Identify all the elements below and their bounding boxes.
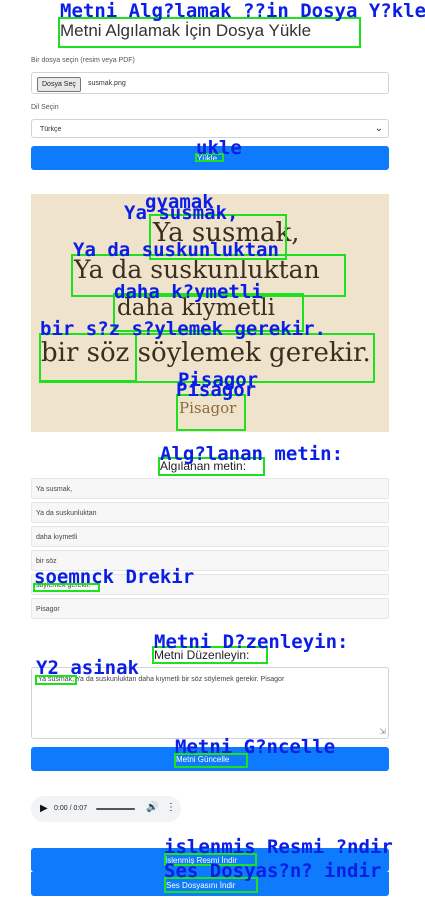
ocr-overlay-download-audio: Ses Dosyas?n? indir xyxy=(164,860,382,882)
choose-file-button[interactable]: Dosya Seç xyxy=(37,77,81,92)
ocr-overlay-img-2: Ya da suskunluktan xyxy=(73,239,279,261)
detected-line-1: Ya susmak, xyxy=(31,478,389,499)
detected-line-6: Pisagor xyxy=(31,598,389,619)
audio-time: 0:00 / 0:07 xyxy=(54,805,88,812)
language-selected: Türkçe xyxy=(40,126,62,133)
ocr-overlay-edit: Y2 asinak xyxy=(36,657,139,679)
ocr-overlay-detected-line-5: soemnck Drekir xyxy=(34,566,195,588)
language-select[interactable]: Türkçe ⌄ xyxy=(31,119,389,138)
ocr-overlay-img-3: daha k?ymetli xyxy=(114,281,263,303)
ocr-overlay-img-1: Ya susmak, xyxy=(124,202,239,224)
ocr-overlay-upload: ukle xyxy=(196,137,242,159)
ocr-overlay-img-4: bir s?z s?ylemek gerekir. xyxy=(40,318,326,340)
file-name: susmak.png xyxy=(88,80,126,87)
play-icon[interactable]: ▶ xyxy=(40,803,48,814)
chevron-down-icon: ⌄ xyxy=(374,123,383,134)
ocr-overlay-detected-heading: Alg?lanan metin: xyxy=(160,443,344,465)
detected-line-2: Ya da suskunluktan xyxy=(31,502,389,523)
file-field[interactable]: Dosya Seç susmak.png xyxy=(31,72,389,94)
ocr-overlay-title: Metni Alg?lamak ??in Dosya Y?kle xyxy=(60,0,425,22)
audio-progress-track[interactable] xyxy=(96,808,135,810)
resize-handle-icon[interactable]: ⇲ xyxy=(379,727,386,736)
ocr-overlay-download-image: islenmis Resmi ?ndir xyxy=(164,836,393,858)
language-label: Dil Seçin xyxy=(31,104,59,111)
more-options-icon[interactable]: ⋮ xyxy=(166,802,176,813)
detected-line-3: daha kıymetli xyxy=(31,526,389,547)
ocr-overlay-update: Metni G?ncelle xyxy=(175,736,336,758)
file-label: Bir dosya seçin (resim veya PDF) xyxy=(31,57,135,64)
audio-player[interactable]: ▶ 0:00 / 0:07 🔊 ⋮ xyxy=(31,796,181,822)
volume-icon[interactable]: 🔊 xyxy=(146,802,158,813)
ocr-overlay-img-6: Pisagor xyxy=(176,379,257,401)
ocr-overlay-edit-heading: Metni D?zenleyin: xyxy=(154,631,349,653)
